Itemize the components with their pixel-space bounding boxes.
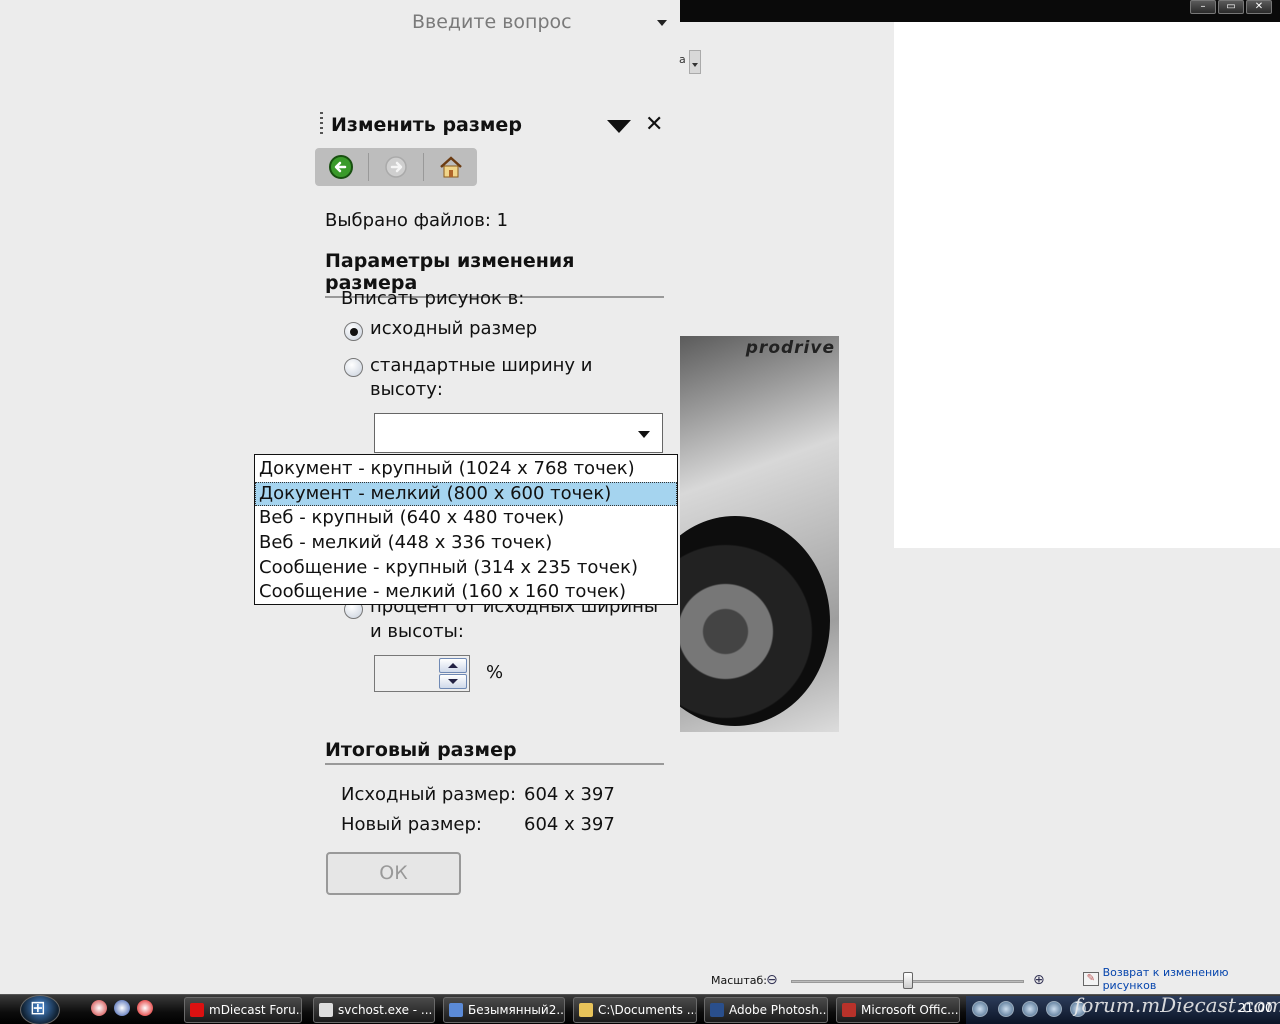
zoom-out-icon[interactable]: ⊖: [766, 972, 782, 988]
taskbar-item[interactable]: Adobe Photosh...: [704, 997, 828, 1023]
back-arrow-icon[interactable]: [327, 153, 355, 181]
truncated-label: а: [679, 53, 686, 66]
question-box[interactable]: Введите вопрос: [412, 11, 572, 33]
home-icon[interactable]: [437, 153, 465, 181]
zoom-in-icon[interactable]: ⊕: [1033, 972, 1049, 988]
edit-picture-icon: ✎: [1083, 972, 1099, 986]
taskbar-item[interactable]: svchost.exe - ...: [313, 997, 435, 1023]
zoom-label: Масштаб:: [711, 974, 767, 987]
photoshop-icon: [710, 1003, 724, 1017]
radio-standard-size[interactable]: [344, 358, 363, 377]
car-photo[interactable]: prodrive: [680, 336, 839, 732]
pause-icon[interactable]: [1046, 1001, 1062, 1017]
close-window-button[interactable]: ✕: [1246, 0, 1272, 14]
back-to-edit-link[interactable]: ✎ Возврат к изменению рисунков: [1083, 966, 1280, 992]
question-dropdown-icon[interactable]: [657, 20, 667, 26]
media-player-icon[interactable]: [972, 1001, 988, 1017]
wheel-shape: [680, 516, 830, 726]
option-standard-label-2: высоту:: [370, 379, 443, 400]
original-size-label: Исходный размер:: [341, 784, 517, 805]
nav-separator: [423, 153, 424, 181]
dropdown-option[interactable]: Веб - крупный (640 x 480 точек): [255, 506, 677, 531]
pane-title: Изменить размер: [331, 114, 522, 136]
dropdown-option[interactable]: Сообщение - мелкий (160 x 160 точек): [255, 580, 677, 605]
new-size-label: Новый размер:: [341, 814, 482, 835]
taskbar-item[interactable]: Microsoft Offic...: [836, 997, 960, 1023]
fit-label: Вписать рисунок в:: [341, 288, 525, 309]
pane-nav-bar: [315, 148, 477, 186]
taskbar-item[interactable]: mDiecast Foru...: [184, 997, 302, 1023]
new-size-value: 604 x 397: [524, 814, 615, 835]
pane-close-icon[interactable]: ✕: [645, 112, 663, 138]
taskbar-item[interactable]: C:\Documents ...: [573, 997, 697, 1023]
files-selected-text: Выбрано файлов: 1: [325, 210, 509, 231]
document-icon: [449, 1003, 463, 1017]
option-original-label: исходный размер: [370, 318, 538, 339]
nav-separator: [368, 153, 369, 181]
percent-stepper[interactable]: [374, 655, 470, 692]
dropdown-option[interactable]: Документ - крупный (1024 x 768 точек): [255, 457, 677, 482]
zoom-slider-thumb[interactable]: [902, 972, 913, 989]
office-icon: [842, 1003, 856, 1017]
stop-icon[interactable]: [998, 1001, 1014, 1017]
restore-button[interactable]: ▭: [1218, 0, 1244, 14]
stepper-up-button[interactable]: [439, 658, 467, 673]
opera-icon: [190, 1003, 204, 1017]
option-standard-label-1: стандартные ширину и: [370, 355, 593, 376]
pane-menu-icon[interactable]: [607, 120, 631, 133]
opera-icon[interactable]: [137, 1000, 153, 1016]
document-canvas: [894, 22, 1280, 548]
minimize-button[interactable]: –: [1190, 0, 1216, 14]
option-percent-label-2: и высоты:: [370, 621, 464, 642]
original-size-value: 604 x 397: [524, 784, 615, 805]
dropdown-option[interactable]: Веб - мелкий (448 x 336 точек): [255, 531, 677, 556]
radio-original-size[interactable]: [344, 322, 363, 341]
back-link-label: Возврат к изменению рисунков: [1102, 966, 1229, 992]
pane-grip-handle[interactable]: [320, 112, 323, 136]
dropdown-option[interactable]: Сообщение - крупный (314 x 235 точек): [255, 556, 677, 581]
stepper-down-button[interactable]: [439, 674, 467, 689]
clock: 21:00: [1238, 1001, 1273, 1015]
size-dropdown-list: Документ - крупный (1024 x 768 точек) До…: [254, 454, 678, 605]
photo-logo-text: prodrive: [745, 338, 835, 358]
window-icon: [319, 1003, 333, 1017]
standard-size-select[interactable]: [374, 413, 663, 453]
dropdown-option-selected[interactable]: Документ - мелкий (800 x 600 точек): [255, 481, 677, 507]
start-button[interactable]: [20, 995, 60, 1024]
previous-icon[interactable]: [1022, 1001, 1038, 1017]
result-section-header: Итоговый размер: [325, 739, 664, 765]
window-titlebar: – ▭ ✕: [680, 0, 1280, 22]
folder-icon: [579, 1003, 593, 1017]
percent-sign: %: [486, 662, 504, 683]
scroll-down-button[interactable]: [689, 50, 701, 74]
ok-button[interactable]: ОК: [326, 852, 461, 895]
quicklaunch-icon[interactable]: [114, 1000, 130, 1016]
taskbar-item[interactable]: Безымянный2....: [443, 997, 565, 1023]
forward-arrow-icon[interactable]: [382, 153, 410, 181]
quicklaunch-icon[interactable]: [91, 1000, 107, 1016]
